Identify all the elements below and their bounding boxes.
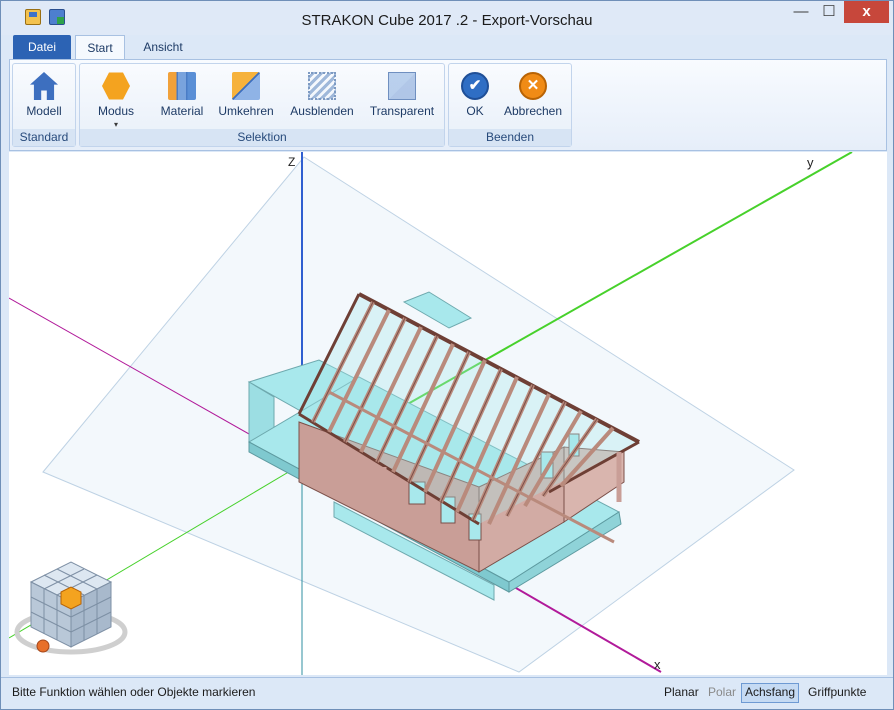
group-selektion: Modus ▾ Material Umkehren Ausblenden Tra…: [79, 63, 445, 147]
cancel-icon: ✕: [519, 72, 547, 100]
status-message: Bitte Funktion wählen oder Objekte marki…: [12, 685, 256, 699]
material-icon: [168, 72, 196, 100]
maximize-button[interactable]: ☐: [816, 1, 842, 23]
transparent-icon: [388, 72, 416, 100]
material-button[interactable]: Material: [152, 68, 212, 126]
transparent-label: Transparent: [369, 104, 435, 118]
home-view-icon[interactable]: [36, 639, 50, 653]
modus-label: Modus: [97, 104, 135, 118]
transparent-button[interactable]: Transparent: [364, 68, 440, 126]
viewport-canvas: Z y x: [9, 152, 853, 675]
modell-label: Modell: [26, 104, 62, 118]
group-label-standard: Standard: [13, 129, 75, 146]
umkehren-button[interactable]: Umkehren: [214, 68, 278, 126]
ok-button[interactable]: ✔ OK: [453, 68, 497, 126]
3d-viewport[interactable]: Z y x: [9, 152, 887, 675]
chevron-down-icon: ▾: [113, 120, 118, 129]
group-beenden: ✔ OK ✕ Abbrechen Beenden: [448, 63, 572, 147]
group-label-selektion: Selektion: [80, 129, 444, 146]
tab-ansicht[interactable]: Ansicht: [133, 35, 193, 59]
ausblenden-button[interactable]: Ausblenden: [284, 68, 360, 126]
tab-datei[interactable]: Datei: [13, 35, 71, 59]
ausblenden-label: Ausblenden: [290, 104, 354, 118]
status-bar: Bitte Funktion wählen oder Objekte marki…: [1, 677, 893, 709]
abbrechen-button[interactable]: ✕ Abbrechen: [499, 68, 567, 126]
group-label-beenden: Beenden: [449, 129, 571, 146]
ribbon-tabs: Datei Start Ansicht: [9, 35, 887, 60]
ribbon: Modell Standard Modus ▾ Material Umkehre…: [9, 59, 887, 151]
planar-toggle[interactable]: Planar: [661, 683, 702, 701]
hexagon-icon: [102, 72, 130, 100]
umkehren-label: Umkehren: [218, 104, 274, 118]
tab-start[interactable]: Start: [75, 35, 125, 60]
axis-label-x: x: [654, 657, 661, 672]
title-bar: STRAKON Cube 2017 .2 - Export-Vorschau —…: [1, 1, 893, 35]
invert-icon: [232, 72, 260, 100]
checkmark-icon: ✔: [461, 72, 489, 100]
cube-highlight: [60, 586, 82, 610]
hide-icon: [308, 72, 336, 100]
home-icon: [30, 72, 58, 100]
group-standard: Modell Standard: [12, 63, 76, 147]
griffpunkte-toggle[interactable]: Griffpunkte: [805, 683, 869, 701]
modell-button[interactable]: Modell: [13, 68, 75, 126]
modus-button[interactable]: Modus ▾: [88, 68, 144, 129]
window-title: STRAKON Cube 2017 .2 - Export-Vorschau: [301, 12, 593, 29]
view-cube[interactable]: [14, 561, 128, 655]
polar-toggle[interactable]: Polar: [705, 683, 739, 701]
material-label: Material: [160, 104, 204, 118]
close-button[interactable]: x: [844, 1, 889, 23]
app-window: STRAKON Cube 2017 .2 - Export-Vorschau —…: [0, 0, 894, 710]
minimize-button[interactable]: —: [788, 1, 814, 23]
axis-label-z: Z: [288, 155, 295, 169]
axis-label-y: y: [807, 155, 814, 170]
abbrechen-label: Abbrechen: [503, 104, 563, 118]
achsfang-toggle[interactable]: Achsfang: [741, 683, 800, 703]
ok-label: OK: [466, 104, 484, 118]
